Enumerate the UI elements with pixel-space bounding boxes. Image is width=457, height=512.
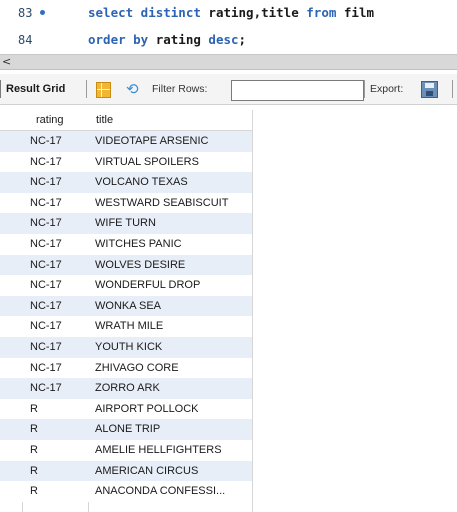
cell-rating[interactable]: NC-17 <box>30 316 62 337</box>
cell-title[interactable]: WONKA SEA <box>95 296 161 317</box>
sql-editor[interactable]: 83 select distinct rating,title from fil… <box>0 0 457 54</box>
result-toolbar: Result Grid ⟲ Filter Rows: Export: <box>0 74 457 105</box>
table-row[interactable]: R ANACONDA CONFESSI... <box>0 481 252 502</box>
cell-rating[interactable]: NC-17 <box>30 213 62 234</box>
cell-title[interactable]: YOUTH KICK <box>95 337 162 358</box>
editor-line[interactable]: 83 select distinct rating,title from fil… <box>0 3 457 23</box>
line-number: 84 <box>18 33 33 47</box>
cell-rating[interactable]: NC-17 <box>30 234 62 255</box>
cell-rating[interactable]: R <box>30 399 38 420</box>
sql-keyword: desc <box>208 32 239 47</box>
cell-title[interactable]: VOLCANO TEXAS <box>95 172 188 193</box>
column-divider <box>252 110 253 512</box>
sql-identifier: film <box>343 5 375 20</box>
line-number: 83 <box>18 6 33 20</box>
cell-title[interactable]: VIRTUAL SPOILERS <box>95 152 199 173</box>
cell-rating[interactable]: NC-17 <box>30 193 62 214</box>
table-row[interactable]: NC-17 WONDERFUL DROP <box>0 275 252 296</box>
table-row[interactable]: NC-17 WRATH MILE <box>0 316 252 337</box>
cell-title[interactable]: WOLVES DESIRE <box>95 255 185 276</box>
table-row[interactable]: NC-17 WITCHES PANIC <box>0 233 252 255</box>
column-header-rating[interactable]: rating <box>36 110 64 130</box>
cell-title[interactable]: WRATH MILE <box>95 316 163 337</box>
cell-rating[interactable]: NC-17 <box>30 172 62 193</box>
grid-icon[interactable] <box>96 82 111 98</box>
cell-title[interactable]: WESTWARD SEABISCUIT <box>95 193 228 214</box>
table-row[interactable]: NC-17 VIDEOTAPE ARSENIC <box>0 131 252 152</box>
cell-rating[interactable]: NC-17 <box>30 255 62 276</box>
execution-marker-icon <box>40 10 45 15</box>
toolbar-edge <box>0 80 1 98</box>
table-row[interactable]: NC-17 WESTWARD SEABISCUIT <box>0 192 252 214</box>
sql-identifier: rating <box>155 32 209 47</box>
cell-title[interactable]: ALONE TRIP <box>95 419 160 440</box>
grid-rows: NC-17 VIDEOTAPE ARSENIC NC-17 VIRTUAL SPOIL… <box>0 131 252 502</box>
cell-title[interactable]: VIDEOTAPE ARSENIC <box>95 131 209 152</box>
sql-keyword: from <box>306 5 344 20</box>
export-icon[interactable] <box>421 81 438 98</box>
table-row[interactable]: NC-17 ZORRO ARK <box>0 378 252 399</box>
cell-rating[interactable]: NC-17 <box>30 275 62 296</box>
scroll-left-arrow-icon[interactable]: < <box>2 55 11 69</box>
cell-rating[interactable]: NC-17 <box>30 358 62 379</box>
code-text[interactable]: order by rating desc; <box>88 30 246 50</box>
table-row[interactable]: R AMELIE HELLFIGHTERS <box>0 439 252 461</box>
sql-keyword: order by <box>88 32 156 47</box>
cell-title[interactable]: AMELIE HELLFIGHTERS <box>95 440 222 461</box>
cell-title[interactable]: ANACONDA CONFESSI... <box>95 481 225 502</box>
cell-rating[interactable]: R <box>30 419 38 440</box>
table-row[interactable]: R ALONE TRIP <box>0 419 252 440</box>
cell-title[interactable]: WONDERFUL DROP <box>95 275 200 296</box>
editor-line[interactable]: 84 order by rating desc; <box>0 30 457 50</box>
table-row[interactable]: NC-17 ZHIVAGO CORE <box>0 357 252 379</box>
export-label: Export: <box>370 83 404 95</box>
table-row[interactable]: NC-17 WONKA SEA <box>0 295 252 317</box>
code-text[interactable]: select distinct rating,title from film <box>88 3 374 23</box>
horizontal-scrollbar[interactable]: < <box>0 54 457 70</box>
table-row[interactable]: NC-17 YOUTH KICK <box>0 336 252 358</box>
cell-title[interactable]: ZORRO ARK <box>95 378 160 399</box>
toolbar-separator <box>452 80 453 98</box>
sql-identifier: ; <box>238 32 247 47</box>
cell-rating[interactable]: R <box>30 481 38 502</box>
table-row[interactable]: R AIRPORT POLLOCK <box>0 398 252 420</box>
table-row[interactable]: NC-17 WOLVES DESIRE <box>0 254 252 276</box>
cell-rating[interactable]: NC-17 <box>30 131 62 152</box>
result-grid[interactable]: rating title NC-17 VIDEOTAPE ARSENIC NC-17… <box>0 110 457 512</box>
cell-title[interactable]: AIRPORT POLLOCK <box>95 399 199 420</box>
toolbar-separator <box>364 80 365 98</box>
table-row[interactable]: NC-17 WIFE TURN <box>0 213 252 234</box>
refresh-icon[interactable]: ⟲ <box>126 80 139 98</box>
table-row[interactable]: NC-17 VOLCANO TEXAS <box>0 172 252 193</box>
filter-rows-input[interactable] <box>231 80 364 101</box>
sql-keyword: select distinct <box>88 5 209 20</box>
cell-rating[interactable]: NC-17 <box>30 337 62 358</box>
cell-rating[interactable]: NC-17 <box>30 378 62 399</box>
grid-header: rating title <box>0 110 252 131</box>
cell-title[interactable]: AMERICAN CIRCUS <box>95 461 198 482</box>
column-header-title[interactable]: title <box>96 110 113 130</box>
cell-rating[interactable]: NC-17 <box>30 152 62 173</box>
cell-title[interactable]: WIFE TURN <box>95 213 156 234</box>
cell-rating[interactable]: NC-17 <box>30 296 62 317</box>
result-grid-tab[interactable]: Result Grid <box>6 74 65 104</box>
cell-title[interactable]: WITCHES PANIC <box>95 234 182 255</box>
table-row[interactable]: NC-17 VIRTUAL SPOILERS <box>0 151 252 173</box>
table-row[interactable]: R AMERICAN CIRCUS <box>0 460 252 482</box>
cell-rating[interactable]: R <box>30 440 38 461</box>
toolbar-separator <box>86 80 87 98</box>
filter-rows-label: Filter Rows: <box>152 83 208 95</box>
cell-rating[interactable]: R <box>30 461 38 482</box>
cell-title[interactable]: ZHIVAGO CORE <box>95 358 179 379</box>
sql-identifier: rating,title <box>208 5 307 20</box>
